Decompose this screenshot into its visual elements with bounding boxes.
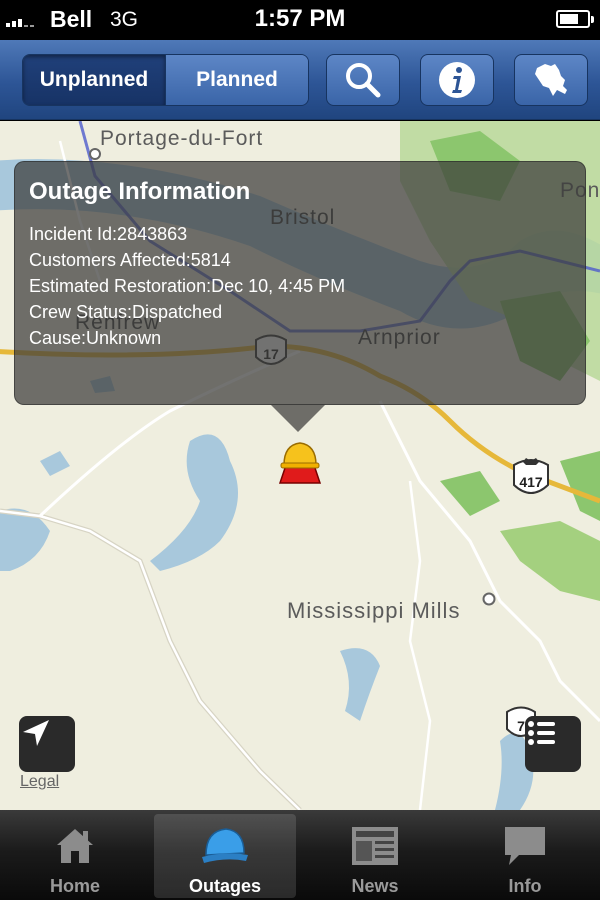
place-marker-icon (89, 148, 101, 160)
list-view-button[interactable] (525, 716, 581, 772)
hardhat-icon (278, 442, 322, 484)
estimated-restoration: Estimated Restoration:Dec 10, 4:45 PM (29, 276, 346, 296)
location-arrow-icon (23, 720, 49, 746)
search-icon (346, 63, 381, 98)
outage-cause: Cause:Unknown (29, 328, 162, 348)
outage-map[interactable]: Portage-du-Fort Mississippi Mills Pon 41… (0, 121, 600, 810)
tab-news[interactable]: News (304, 814, 446, 898)
tab-home[interactable]: Home (4, 814, 146, 898)
ontario-button[interactable] (514, 54, 588, 106)
info-icon (439, 62, 475, 98)
tab-outages[interactable]: Outages (154, 814, 296, 898)
outage-marker[interactable] (276, 439, 324, 487)
place-label: Portage-du-Fort (100, 127, 264, 150)
list-icon (528, 721, 555, 745)
customers-affected: Customers Affected:5814 (29, 250, 231, 270)
place-marker-icon (482, 592, 496, 606)
legal-link[interactable]: Legal (20, 773, 59, 791)
outage-type-segmented-control: Unplanned Planned (22, 54, 309, 106)
ontario-map-icon (535, 64, 567, 96)
bottom-tab-bar: Home Outages News Info (0, 810, 600, 900)
popup-pointer (270, 404, 326, 432)
info-button[interactable] (420, 54, 494, 106)
highway-shield: 417 (511, 455, 551, 501)
locate-me-button[interactable] (19, 716, 75, 772)
unplanned-segment[interactable]: Unplanned (23, 55, 165, 105)
status-bar: Bell 3G 1:57 PM (0, 0, 600, 40)
hardhat-icon (154, 822, 296, 868)
battery-icon (556, 10, 594, 28)
place-label: Mississippi Mills (287, 598, 461, 623)
popup-title: Outage Information (29, 178, 251, 205)
top-toolbar: Unplanned Planned (0, 40, 600, 120)
speech-bubble-icon (454, 822, 596, 868)
search-button[interactable] (326, 54, 400, 106)
tab-info[interactable]: Info (454, 814, 596, 898)
house-icon (4, 822, 146, 868)
newspaper-icon (304, 822, 446, 868)
crew-status: Crew Status:Dispatched (29, 302, 223, 322)
planned-segment[interactable]: Planned (165, 55, 308, 105)
incident-id: Incident Id:2843863 (29, 224, 188, 244)
outage-info-popup[interactable]: Outage Information Incident Id:2843863 C… (14, 161, 586, 405)
status-time: 1:57 PM (254, 5, 346, 32)
